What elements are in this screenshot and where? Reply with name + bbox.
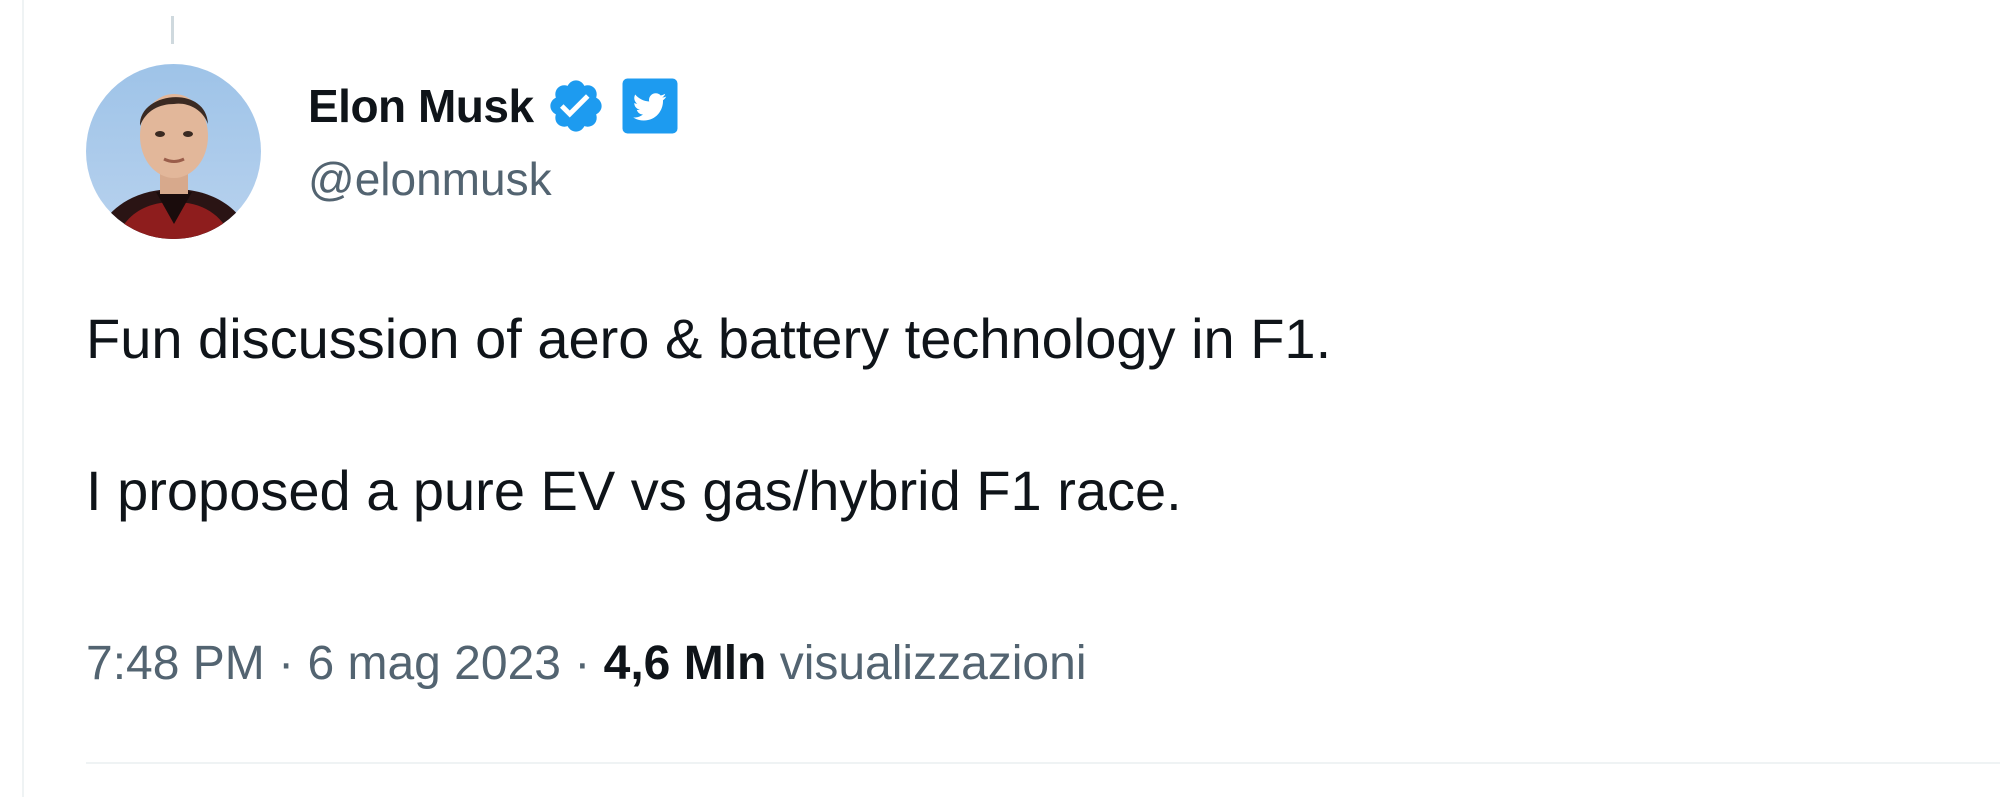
thread-connector-line (171, 16, 174, 44)
tweet-text-line-2: I proposed a pure EV vs gas/hybrid F1 ra… (86, 459, 1182, 522)
tweet-time[interactable]: 7:48 PM (86, 637, 265, 690)
author-display-name[interactable]: Elon Musk (308, 79, 534, 133)
left-border (22, 0, 24, 797)
meta-separator: · (574, 637, 591, 690)
views-label[interactable]: visualizzazioni (780, 637, 1087, 690)
tweet-metadata: 7:48 PM · 6 mag 2023 · 4,6 Mln visualizz… (86, 636, 1086, 691)
author-name-row: Elon Musk (308, 74, 680, 138)
avatar[interactable] (86, 64, 261, 239)
meta-separator: · (278, 637, 295, 690)
tweet-text-line-1: Fun discussion of aero & battery technol… (86, 307, 1332, 370)
verified-badge-icon[interactable] (546, 76, 606, 136)
author-handle[interactable]: @elonmusk (308, 152, 552, 206)
tweet-card: Elon Musk @elonmusk Fun discussion of ae… (0, 0, 2000, 797)
twitter-bird-icon[interactable] (620, 76, 680, 136)
divider (86, 762, 2000, 764)
views-count[interactable]: 4,6 Mln (604, 637, 767, 690)
tweet-date[interactable]: 6 mag 2023 (307, 637, 561, 690)
